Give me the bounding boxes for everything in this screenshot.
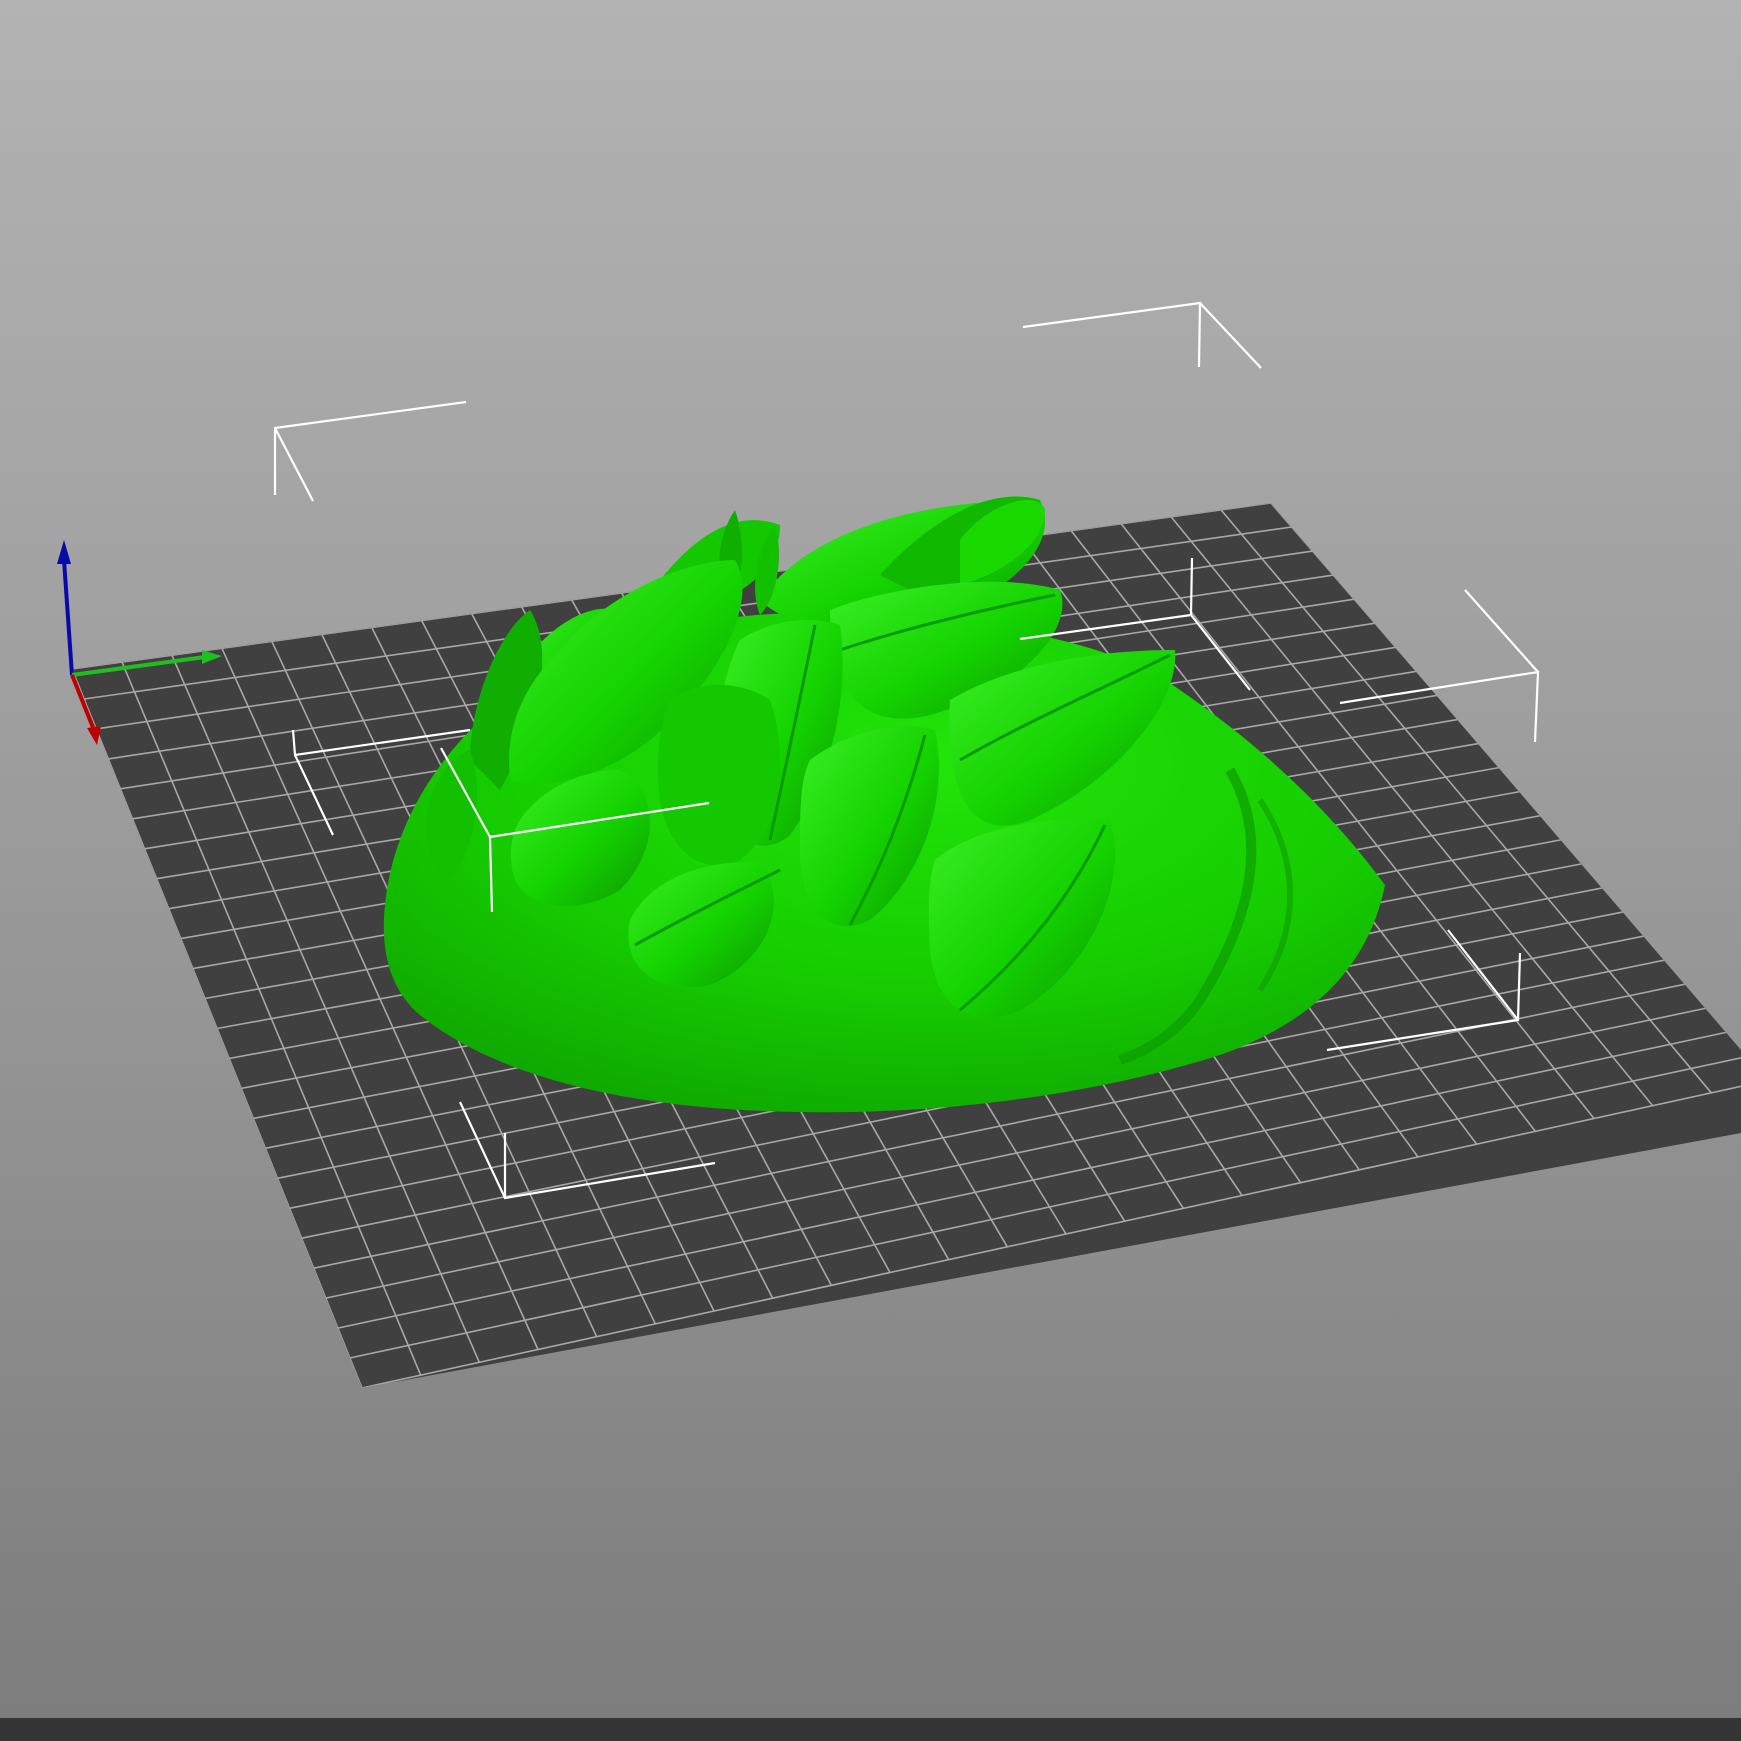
scene-canvas[interactable]	[0, 0, 1741, 1741]
bbox-corner	[274, 427, 314, 502]
bbox-corner	[1199, 302, 1262, 369]
3d-viewport[interactable]	[0, 0, 1741, 1741]
status-bar	[0, 1718, 1741, 1741]
bbox-corner	[1022, 301, 1202, 368]
bbox-corner	[1464, 589, 1539, 673]
